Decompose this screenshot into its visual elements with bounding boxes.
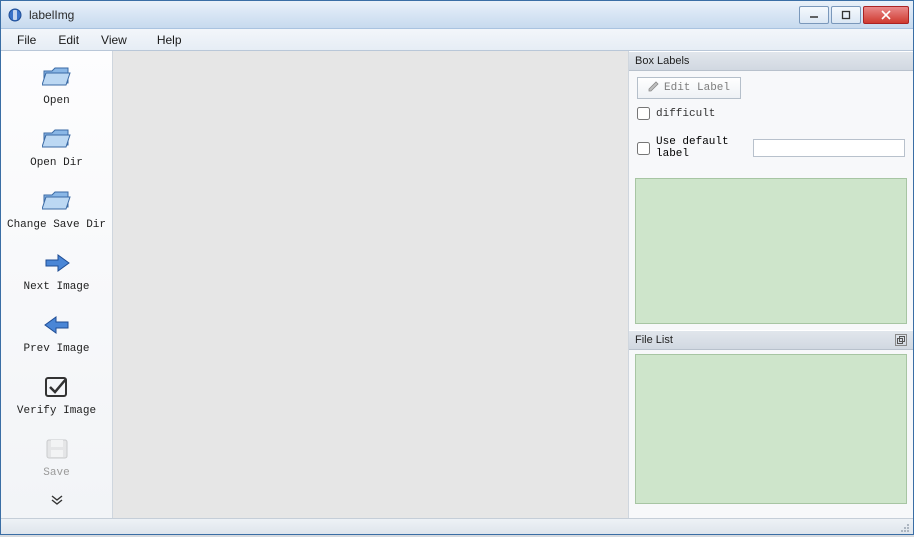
label-list[interactable] [635,178,907,324]
arrow-right-icon [41,249,73,277]
difficult-checkbox[interactable] [637,107,650,120]
right-panel: Box Labels Edit Label difficult Use defa… [629,51,913,518]
app-icon [7,7,23,23]
minimize-button[interactable] [799,6,829,24]
save-icon [41,435,73,463]
box-labels-title: Box Labels [635,55,689,67]
menu-view[interactable]: View [91,31,137,49]
box-labels-body: Edit Label difficult Use default label [629,71,913,166]
close-button[interactable] [863,6,909,24]
statusbar [1,518,913,534]
file-list[interactable] [635,354,907,504]
main: Open Open Dir Change Save Dir [1,51,913,518]
default-label-input[interactable] [753,139,905,157]
image-canvas[interactable] [113,51,629,518]
arrow-left-icon [41,311,73,339]
file-list-header: File List [629,330,913,350]
menubar: File Edit View Help [1,29,913,51]
edit-label-button: Edit Label [637,77,741,99]
open-label: Open [43,95,69,107]
left-toolbar: Open Open Dir Change Save Dir [1,51,113,518]
verify-image-label: Verify Image [17,405,96,417]
verify-image-button[interactable]: Verify Image [7,369,107,423]
prev-image-button[interactable]: Prev Image [7,307,107,361]
difficult-label: difficult [656,108,715,120]
change-save-dir-label: Change Save Dir [7,219,106,231]
prev-image-label: Prev Image [23,343,89,355]
window-controls [799,6,909,24]
menu-help[interactable]: Help [147,31,192,49]
open-dir-button[interactable]: Open Dir [7,121,107,175]
size-grip-icon[interactable] [897,520,911,534]
file-list-title: File List [635,334,673,346]
box-labels-header: Box Labels [629,51,913,71]
difficult-row: difficult [637,107,905,120]
next-image-label: Next Image [23,281,89,293]
window-title: labelImg [29,8,74,22]
undock-icon[interactable] [895,334,907,346]
toolbar-expand-icon[interactable] [51,494,63,508]
menu-file[interactable]: File [7,31,46,49]
check-box-icon [41,373,73,401]
maximize-button[interactable] [831,6,861,24]
use-default-label-checkbox[interactable] [637,142,650,155]
use-default-label-text: Use default label [656,136,747,160]
menu-edit[interactable]: Edit [48,31,89,49]
folder-open-icon [41,63,73,91]
open-dir-label: Open Dir [30,157,83,169]
next-image-button[interactable]: Next Image [7,245,107,299]
default-label-row: Use default label [637,136,905,160]
open-button[interactable]: Open [7,59,107,113]
save-label: Save [43,467,69,479]
titlebar[interactable]: labelImg [1,1,913,29]
pencil-icon [648,80,660,96]
folder-open-dir-icon [41,125,73,153]
folder-save-dir-icon [41,187,73,215]
change-save-dir-button[interactable]: Change Save Dir [7,183,107,237]
save-button: Save [7,431,107,485]
edit-label-text: Edit Label [664,82,730,94]
